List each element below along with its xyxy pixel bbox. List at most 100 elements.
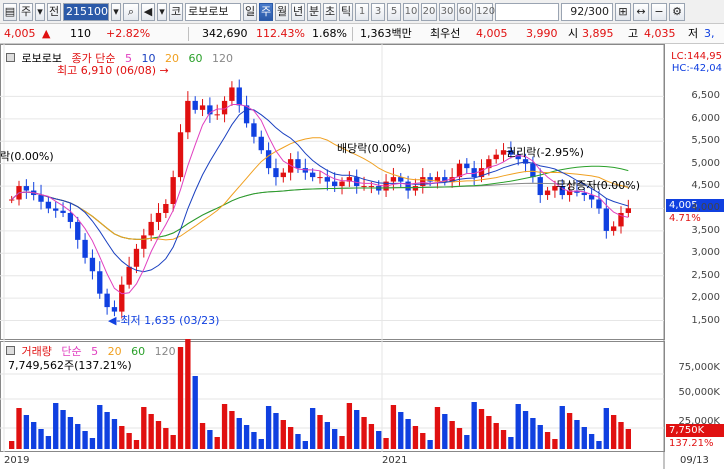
volume-bar bbox=[522, 411, 529, 449]
candle-body bbox=[273, 168, 279, 178]
candle-body bbox=[390, 177, 397, 182]
period-dropdown-button[interactable]: ▾ bbox=[35, 3, 45, 21]
candle-body bbox=[493, 154, 499, 160]
day-button[interactable]: 일 bbox=[243, 3, 257, 21]
volume-bar bbox=[324, 422, 331, 449]
search-icon[interactable]: ⌕ bbox=[123, 3, 139, 21]
volume-bar bbox=[493, 423, 499, 449]
candle-body bbox=[67, 212, 74, 222]
minus-icon[interactable]: − bbox=[651, 3, 667, 21]
hc-value: HC:-42,04 bbox=[671, 63, 722, 74]
chart-settings-icon[interactable] bbox=[6, 346, 15, 355]
volume-bar bbox=[566, 413, 573, 449]
code-dropdown-button[interactable]: ▾ bbox=[111, 3, 121, 21]
candle-body bbox=[258, 136, 264, 151]
volume-bar bbox=[207, 430, 213, 449]
lc-value: LC:144,95 bbox=[671, 51, 722, 62]
candle-body bbox=[280, 172, 286, 178]
volume-bar bbox=[559, 406, 565, 449]
volume-bar bbox=[434, 407, 441, 449]
vol-ma60-label: 60 bbox=[131, 345, 146, 358]
volume-bar bbox=[478, 409, 485, 449]
config-icon[interactable]: ⚙ bbox=[669, 3, 685, 21]
speaker-icon[interactable]: ◀ bbox=[141, 3, 155, 21]
bonus-issue-label: 무상증자(0.00%) bbox=[556, 179, 641, 192]
stock-code-button[interactable]: 215100 bbox=[63, 3, 109, 21]
volume-bar bbox=[251, 432, 257, 449]
best-ask-price: 4,005 bbox=[476, 27, 508, 40]
candle-body bbox=[155, 212, 162, 222]
candle-body bbox=[596, 199, 602, 209]
high-arrow-icon: → bbox=[159, 64, 169, 77]
volume-bar bbox=[38, 429, 44, 449]
interval-5-button[interactable]: 5 bbox=[387, 3, 401, 21]
tick-button[interactable]: 틱 bbox=[339, 3, 353, 21]
price-tick-label: 5,500 bbox=[691, 135, 720, 147]
arrow-icon[interactable]: ↔ bbox=[633, 3, 649, 21]
year-button[interactable]: 년 bbox=[291, 3, 305, 21]
volume-value: 342,690 bbox=[202, 27, 248, 40]
low-label: 저 bbox=[688, 27, 699, 40]
volume-bar bbox=[155, 421, 162, 449]
change-arrow: ▲ bbox=[42, 27, 51, 40]
candle-body bbox=[119, 284, 125, 312]
chart-area[interactable]: 로보로보 종가 단순 5 10 20 60 120 거래량 단순 5 20 60… bbox=[0, 44, 724, 469]
month-button[interactable]: 월 bbox=[275, 3, 289, 21]
interval-1-button[interactable]: 1 bbox=[355, 3, 369, 21]
interval-120-button[interactable]: 120 bbox=[475, 3, 495, 21]
price-tick-label: 4,500 bbox=[691, 180, 720, 192]
stock-name-button[interactable]: 로보로보 bbox=[185, 3, 241, 21]
sound-dropdown-button[interactable]: ▾ bbox=[157, 3, 167, 21]
candle-body bbox=[199, 105, 206, 110]
interval-20-button[interactable]: 20 bbox=[421, 3, 437, 21]
whole-market-button[interactable]: 전 bbox=[47, 3, 61, 21]
candle-body bbox=[309, 172, 316, 178]
volume-bar bbox=[625, 429, 631, 449]
volume-bar bbox=[610, 415, 617, 449]
volume-bar bbox=[97, 405, 103, 449]
count-button[interactable]: 92/300 bbox=[561, 3, 613, 21]
price-tick-label: 5,000 bbox=[691, 157, 720, 169]
volume-tick-label: 50,000K bbox=[678, 387, 720, 398]
price-percent-badge: 4.71% bbox=[666, 212, 724, 225]
price-tick-label: 3,000 bbox=[691, 247, 720, 259]
best-bid-price: 3,990 bbox=[526, 27, 558, 40]
time-tick-label: 09/13 bbox=[680, 455, 709, 466]
minute-button[interactable]: 분 bbox=[307, 3, 321, 21]
event-left-label: 락(0.00%) bbox=[0, 150, 54, 163]
volume-bar bbox=[530, 418, 536, 449]
candle-body bbox=[23, 186, 30, 191]
candle-body bbox=[75, 221, 81, 240]
volume-bar bbox=[133, 440, 140, 449]
volume-bar bbox=[221, 404, 228, 449]
volume-bar bbox=[456, 428, 463, 449]
volume-bar bbox=[111, 419, 118, 449]
volume-bar bbox=[287, 427, 294, 449]
week-button[interactable]: 주 bbox=[259, 3, 273, 21]
candle-body bbox=[368, 186, 375, 188]
interval-60-button[interactable]: 60 bbox=[457, 3, 473, 21]
volume-bar bbox=[16, 408, 22, 449]
volume-bar bbox=[75, 424, 81, 449]
second-button[interactable]: 초 bbox=[323, 3, 337, 21]
interval-10-button[interactable]: 10 bbox=[403, 3, 419, 21]
volume-bar bbox=[317, 415, 323, 449]
rights-event-label: 권리락(-2.95%) bbox=[506, 146, 584, 159]
candle-body bbox=[405, 181, 411, 191]
price-tick-label: 6,000 bbox=[691, 112, 720, 124]
candle-body bbox=[170, 177, 176, 204]
chart-canvas[interactable] bbox=[0, 44, 724, 469]
chart-window-icon[interactable]: ▤ bbox=[3, 3, 17, 21]
candle-body bbox=[610, 226, 617, 231]
volume-bar bbox=[471, 402, 477, 449]
volume-bar bbox=[486, 416, 492, 449]
blank-field-button[interactable] bbox=[495, 3, 559, 21]
open-label: 시 bbox=[568, 27, 579, 40]
interval-3-button[interactable]: 3 bbox=[371, 3, 385, 21]
grid-icon[interactable]: ⊞ bbox=[615, 3, 631, 21]
volume-percent-badge: 137.21% bbox=[666, 437, 724, 450]
interval-30-button[interactable]: 30 bbox=[439, 3, 455, 21]
period-type-button[interactable]: 주 bbox=[19, 3, 33, 21]
market-button[interactable]: 코 bbox=[169, 3, 183, 21]
chart-settings-icon[interactable] bbox=[6, 53, 15, 62]
